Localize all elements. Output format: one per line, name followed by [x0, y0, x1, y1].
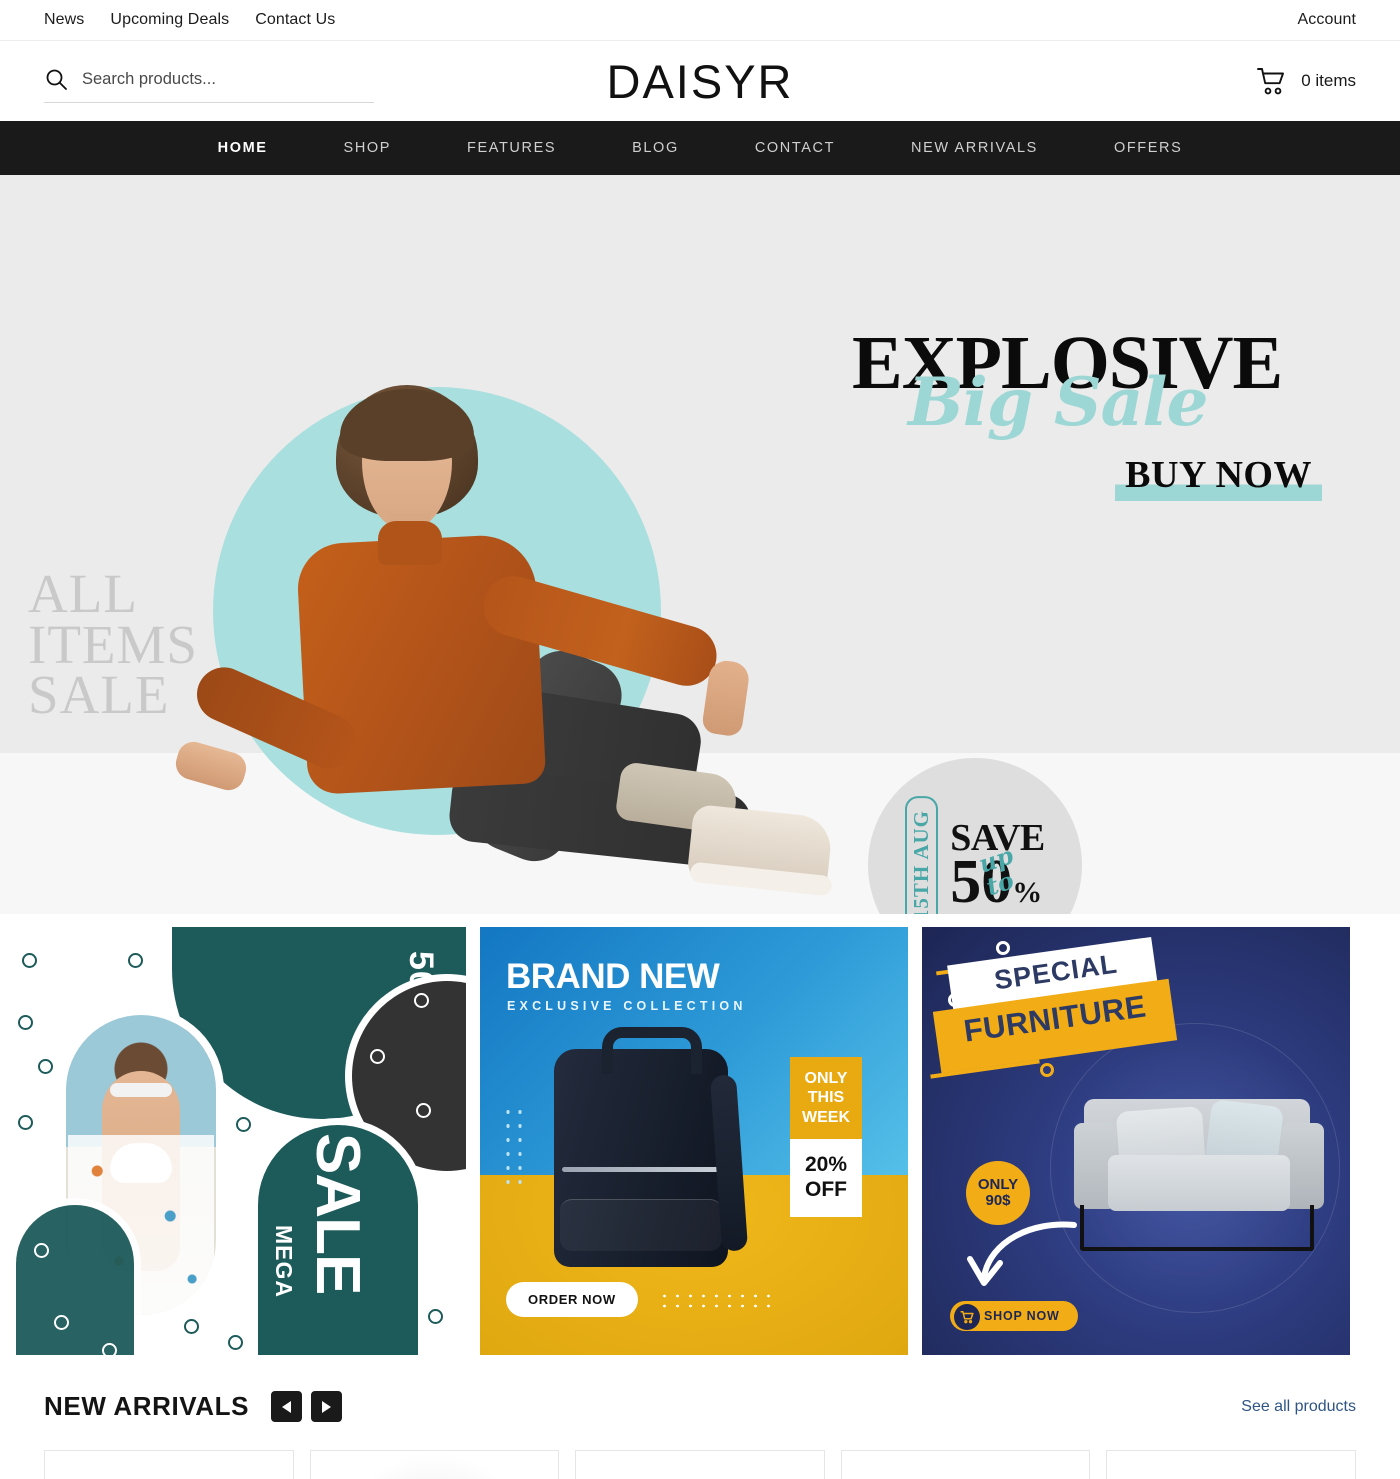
shopping-cart-icon	[1256, 66, 1288, 96]
promo3-curved-arrow-icon	[967, 1221, 1077, 1286]
search-input[interactable]	[82, 69, 374, 89]
new-arrivals-title: NEW ARRIVALS	[44, 1391, 250, 1421]
nav-item-offers[interactable]: OFFERS	[1076, 140, 1220, 156]
see-all-products-link[interactable]: See all products	[1241, 1398, 1356, 1416]
promo2-badge-line-2: THIS	[807, 1089, 845, 1107]
new-arrivals-prev-button[interactable]	[271, 1391, 303, 1422]
promo3-ring-1	[996, 941, 1010, 955]
utility-link-upcoming-deals[interactable]: Upcoming Deals	[110, 11, 229, 29]
promo3-armchair-image	[1074, 1098, 1324, 1251]
account-link[interactable]: Account	[1297, 11, 1356, 28]
chevron-left-icon	[282, 1400, 292, 1413]
cart-icon	[954, 1304, 980, 1330]
masthead: DAISYR 0 items	[0, 41, 1400, 121]
utility-link-news[interactable]: News	[44, 11, 84, 29]
promo3-price-line-1: ONLY	[977, 1175, 1019, 1193]
promo2-title: BRAND NEW	[506, 957, 720, 996]
hero-buy-now-button[interactable]: BUY NOW	[1115, 452, 1322, 501]
product-carousel	[0, 1422, 1400, 1479]
promo3-ring-3	[948, 993, 962, 1007]
new-arrivals-header: NEW ARRIVALS See all products	[0, 1355, 1400, 1422]
nav-item-contact[interactable]: CONTACT	[717, 140, 873, 156]
promo3-price-line-2: 90$	[985, 1192, 1011, 1209]
promo-banner-special-furniture[interactable]: SPECIAL FURNITURE ONLY 90$ SHOP NOW	[922, 927, 1350, 1355]
search-bar[interactable]	[44, 59, 374, 103]
nav-item-home[interactable]: HOME	[180, 140, 306, 156]
brand-logo[interactable]: DAISYR	[607, 58, 794, 105]
utility-bar: News Upcoming Deals Contact Us Account	[0, 0, 1400, 41]
promo2-backpack-image	[554, 1027, 728, 1267]
promo2-discount-value: 20%	[804, 1153, 848, 1177]
product-card-3[interactable]	[575, 1450, 825, 1479]
new-arrivals-section: NEW ARRIVALS See all products	[0, 1355, 1400, 1479]
promo1-bottom-left-shape	[16, 1205, 134, 1355]
product-card-2[interactable]	[309, 1450, 560, 1479]
cart-widget[interactable]: 0 items	[1256, 66, 1356, 96]
badge-date: 15TH AUG	[905, 795, 939, 914]
product-card-1[interactable]	[44, 1450, 294, 1479]
promo1-mega-text: MEGA	[271, 1225, 297, 1298]
utility-link-contact-us[interactable]: Contact Us	[255, 11, 335, 29]
nav-item-new-arrivals[interactable]: NEW ARRIVALS	[873, 140, 1076, 156]
promo2-badge-line-3: WEEK	[802, 1108, 850, 1126]
nav-item-shop[interactable]: SHOP	[306, 140, 430, 156]
promo3-ring-4	[1040, 1063, 1054, 1077]
cart-item-count: 0 items	[1301, 71, 1356, 90]
nav-item-features[interactable]: FEATURES	[429, 140, 594, 156]
promo2-dot-grid-bottom	[658, 1291, 778, 1311]
new-arrivals-next-button[interactable]	[311, 1391, 343, 1422]
hero-carousel: ALL ITEMS SALE EXPLOSIVE Big Sale BUY NO…	[0, 175, 1400, 914]
nav-item-blog[interactable]: BLOG	[594, 140, 717, 156]
product-card-5[interactable]	[1106, 1450, 1356, 1479]
promo2-dot-grid-left	[502, 1105, 526, 1191]
promo-banner-brand-new[interactable]: BRAND NEW EXCLUSIVE COLLECTION ONLY THIS…	[480, 927, 908, 1355]
carousel-arrow-buttons	[271, 1391, 343, 1422]
chevron-right-icon	[322, 1400, 332, 1413]
promo2-only-this-week-badge: ONLY THIS WEEK	[790, 1057, 862, 1139]
utility-right: Account	[1297, 11, 1356, 29]
promo-banner-row: 50% OFF SALE MEGA BRAND NEW EXCLUSIV	[0, 914, 1400, 1355]
hero-model-image	[150, 361, 850, 901]
promo2-badge-line-1: ONLY	[804, 1069, 848, 1087]
product-card-4[interactable]	[840, 1450, 1091, 1479]
promo2-discount-label: OFF	[805, 1178, 847, 1201]
utility-links: News Upcoming Deals Contact Us	[44, 11, 335, 29]
search-icon	[44, 67, 68, 91]
promo2-order-now-button[interactable]: ORDER NOW	[506, 1282, 638, 1317]
promo2-subtitle: EXCLUSIVE COLLECTION	[507, 999, 747, 1013]
promo1-mega-sale-shape: SALE MEGA	[258, 1125, 418, 1355]
promo3-ring-2	[1110, 955, 1124, 969]
promo-banner-mega-sale[interactable]: 50% OFF SALE MEGA	[0, 927, 466, 1355]
hero-copy: EXPLOSIVE Big Sale BUY NOW	[852, 325, 1322, 501]
promo1-sale-text: SALE	[303, 1133, 372, 1295]
promo2-discount-badge: 20% OFF	[790, 1139, 862, 1217]
main-navigation: HOME SHOP FEATURES BLOG CONTACT NEW ARRI…	[0, 121, 1400, 175]
